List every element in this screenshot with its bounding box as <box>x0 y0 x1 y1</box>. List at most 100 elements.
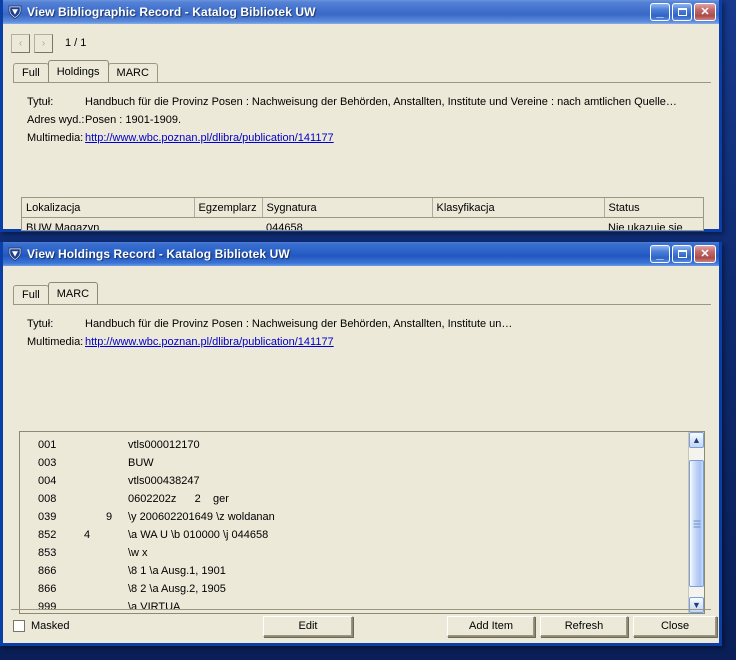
cell-egzemplarz <box>194 217 262 230</box>
maximize-icon <box>673 4 691 20</box>
scrollbar-grip-icon <box>693 520 700 527</box>
marc-tag: 039 <box>38 511 57 523</box>
field-label-tytul: Tytuł: <box>27 318 54 330</box>
bib-window-titlebar[interactable]: View Bibliographic Record - Katalog Bibl… <box>3 0 719 24</box>
marc-tag: 866 <box>38 583 57 595</box>
marc-row[interactable]: 004 vtls000438247 <box>20 472 688 490</box>
masked-checkbox[interactable] <box>13 620 25 632</box>
holdings-grid[interactable]: Lokalizacja Egzemplarz Sygnatura Klasyfi… <box>21 197 704 231</box>
holdings-header-row: Lokalizacja Egzemplarz Sygnatura Klasyfi… <box>22 198 703 218</box>
holdings-field-row: Tytuł: Handbuch für die Provinz Posen : … <box>3 315 719 333</box>
column-header-klasyfikacja[interactable]: Klasyfikacja <box>432 198 605 218</box>
marc-data: 0602202z 2 ger <box>128 493 229 505</box>
marc-indicator-2 <box>106 562 128 580</box>
marc-row[interactable]: 866 \8 1 \a Ausg.1, 1901 <box>20 562 688 580</box>
bib-window-client: ‹ › 1 / 1 Full Holdings MARC Tytuł: Hand… <box>3 24 719 231</box>
maximize-button[interactable] <box>672 3 692 21</box>
minimize-button[interactable]: _ <box>650 245 670 263</box>
marc-indicator-2 <box>106 544 128 562</box>
close-icon: ✕ <box>700 247 710 260</box>
marc-tag: 866 <box>38 565 57 577</box>
next-record-button[interactable]: › <box>34 33 53 53</box>
footer-separator <box>11 609 711 610</box>
column-header-lokalizacja[interactable]: Lokalizacja <box>22 198 195 218</box>
cell-lokalizacja: BUW Magazyn <box>22 217 194 230</box>
minimize-icon: _ <box>656 246 664 261</box>
marc-indicator-1 <box>84 580 106 598</box>
marc-record-panel: 001 vtls000012170 003 BUW 004 vtls000438… <box>19 431 705 614</box>
marc-data: vtls000438247 <box>128 475 200 487</box>
marc-data: vtls000012170 <box>128 439 200 451</box>
marc-data: \8 1 \a Ausg.1, 1901 <box>128 565 226 577</box>
maximize-button[interactable] <box>672 245 692 263</box>
bib-tabs: Full Holdings MARC <box>13 60 719 82</box>
scrollbar-track[interactable] <box>689 448 704 597</box>
add-item-button[interactable]: Add Item <box>447 615 535 637</box>
view-bibliographic-record-window: View Bibliographic Record - Katalog Bibl… <box>0 0 722 232</box>
field-label-adres-wyd: Adres wyd.: <box>27 114 85 126</box>
field-value-multimedia: http://www.wbc.poznan.pl/dlibra/publicat… <box>85 130 719 146</box>
bib-field-row: Tytuł: Handbuch für die Provinz Posen : … <box>3 93 719 111</box>
close-button[interactable]: ✕ <box>694 3 716 21</box>
bib-field-row: Adres wyd.: Posen : 1901-1909. <box>3 111 719 129</box>
marc-row-list[interactable]: 001 vtls000012170 003 BUW 004 vtls000438… <box>20 432 688 613</box>
marc-row[interactable]: 001 vtls000012170 <box>20 436 688 454</box>
marc-row[interactable]: 866 \8 2 \a Ausg.2, 1905 <box>20 580 688 598</box>
scrollbar-thumb[interactable] <box>689 460 704 587</box>
tab-marc[interactable]: MARC <box>107 63 158 82</box>
marc-data: \8 2 \a Ausg.2, 1905 <box>128 583 226 595</box>
table-row[interactable]: BUW Magazyn 044658 Nie ukazuje się <box>22 217 703 230</box>
field-value-adres-wyd: Posen : 1901-1909. <box>85 114 182 126</box>
maximize-icon <box>673 246 691 262</box>
marc-indicator-2 <box>106 472 128 490</box>
marc-data: \w x <box>128 547 148 559</box>
marc-tag: 003 <box>38 457 57 469</box>
marc-row[interactable]: 853 \w x <box>20 544 688 562</box>
marc-row[interactable]: 039 9 \y 200602201649 \z woldanan <box>20 508 688 526</box>
refresh-button[interactable]: Refresh <box>540 615 628 637</box>
holdings-window-title: View Holdings Record - Katalog Bibliotek… <box>27 247 290 261</box>
chevron-right-icon: › <box>41 37 46 49</box>
tab-full[interactable]: Full <box>13 63 49 82</box>
holdings-tab-underline <box>13 304 711 305</box>
marc-tag: 001 <box>38 439 57 451</box>
scroll-up-button[interactable]: ▲ <box>689 432 704 448</box>
marc-indicator-2 <box>106 526 128 544</box>
field-value-tytul: Handbuch für die Provinz Posen : Nachwei… <box>85 318 513 330</box>
masked-label: Masked <box>31 620 70 632</box>
tab-marc[interactable]: MARC <box>47 282 99 304</box>
marc-indicator-2 <box>106 436 128 454</box>
marc-tag: 853 <box>38 547 57 559</box>
column-header-sygnatura[interactable]: Sygnatura <box>262 198 433 218</box>
marc-tag: 008 <box>38 493 57 505</box>
column-header-egzemplarz[interactable]: Egzemplarz <box>194 198 263 218</box>
view-holdings-record-window: View Holdings Record - Katalog Bibliotek… <box>0 242 722 646</box>
minimize-icon: _ <box>656 4 664 19</box>
holdings-window-client: Full MARC Tytuł: Handbuch für die Provin… <box>3 266 719 643</box>
tab-full[interactable]: Full <box>13 285 49 304</box>
marc-row[interactable]: 008 0602202z 2 ger <box>20 490 688 508</box>
multimedia-link[interactable]: http://www.wbc.poznan.pl/dlibra/publicat… <box>85 132 334 144</box>
close-icon: ✕ <box>700 5 710 18</box>
marc-indicator-1 <box>84 544 106 562</box>
column-header-status[interactable]: Status <box>604 198 703 218</box>
close-button[interactable]: ✕ <box>694 245 716 263</box>
marc-indicator-1 <box>84 472 106 490</box>
marc-row[interactable]: 003 BUW <box>20 454 688 472</box>
virtua-shield-icon <box>7 246 23 262</box>
marc-row[interactable]: 852 4 \a WA U \b 010000 \j 044658 <box>20 526 688 544</box>
close-footer-button[interactable]: Close <box>633 615 717 637</box>
previous-record-button[interactable]: ‹ <box>11 33 30 53</box>
multimedia-link[interactable]: http://www.wbc.poznan.pl/dlibra/publicat… <box>85 336 334 348</box>
edit-button[interactable]: Edit <box>263 615 353 637</box>
marc-indicator-2 <box>106 580 128 598</box>
marc-indicator-1: 4 <box>84 529 91 541</box>
tab-holdings[interactable]: Holdings <box>47 60 109 82</box>
minimize-button[interactable]: _ <box>650 3 670 21</box>
marc-vertical-scrollbar[interactable]: ▲ ▼ <box>688 432 704 613</box>
masked-checkbox-group[interactable]: Masked <box>13 620 70 632</box>
holdings-field-row: Multimedia: http://www.wbc.poznan.pl/dli… <box>3 333 719 351</box>
marc-data: \y 200602201649 \z woldanan <box>128 511 275 523</box>
holdings-tabs: Full MARC <box>13 282 719 304</box>
holdings-window-titlebar[interactable]: View Holdings Record - Katalog Bibliotek… <box>3 242 719 266</box>
